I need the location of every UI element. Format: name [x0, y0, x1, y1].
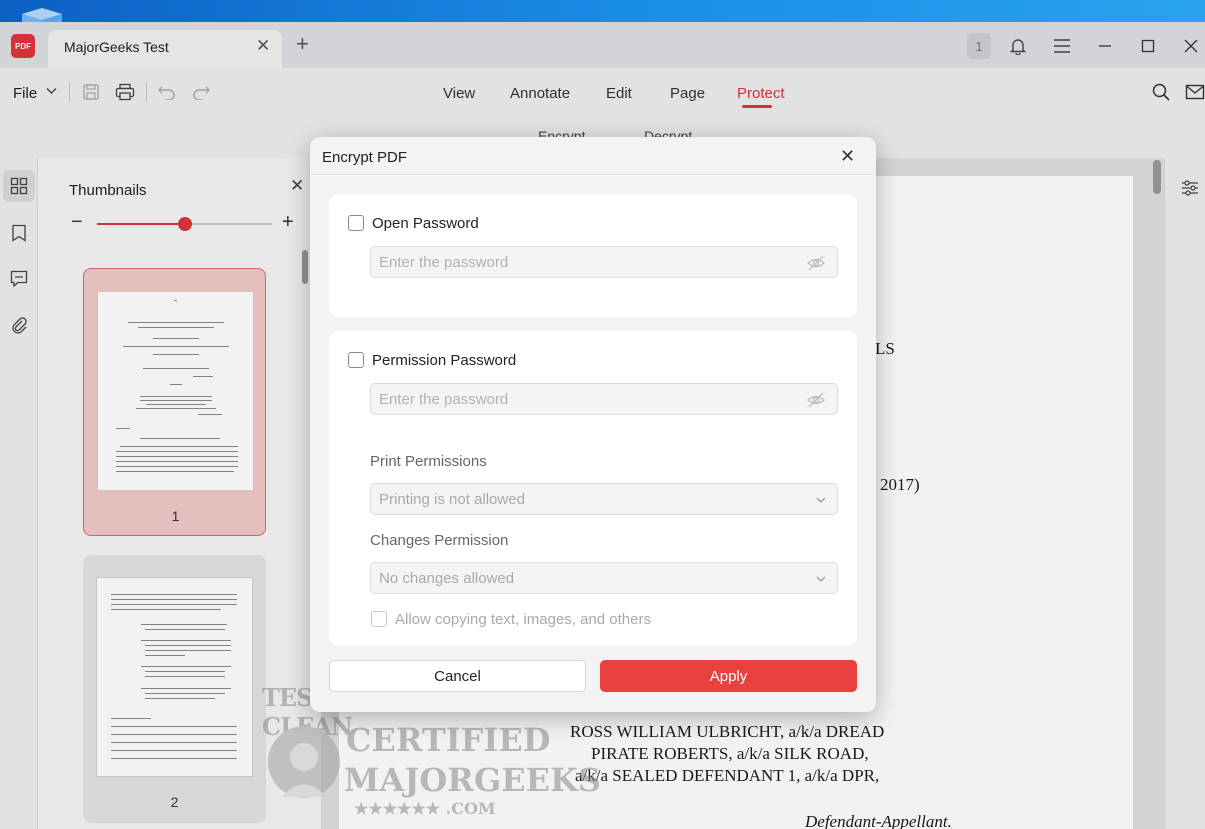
permission-password-input[interactable]: [371, 384, 837, 414]
allow-copying-label[interactable]: Allow copying text, images, and others: [395, 611, 651, 628]
apply-button[interactable]: Apply: [600, 660, 857, 692]
print-permissions-label: Print Permissions: [370, 453, 487, 470]
permission-password-checkbox[interactable]: [348, 352, 364, 368]
permission-password-field[interactable]: [370, 383, 838, 415]
hide-password-icon[interactable]: [807, 255, 825, 271]
permission-password-section: Permission Password Print Permissions Pr…: [329, 331, 857, 646]
open-password-section: Open Password: [329, 194, 857, 317]
permission-password-label[interactable]: Permission Password: [372, 352, 516, 369]
allow-copying-checkbox[interactable]: [371, 611, 387, 627]
encrypt-pdf-dialog: Encrypt PDF ✕ Open Password Permission P…: [310, 137, 876, 712]
open-password-field[interactable]: [370, 246, 838, 278]
open-password-input[interactable]: [371, 247, 837, 277]
dialog-divider: [310, 174, 876, 175]
dialog-title: Encrypt PDF: [322, 149, 408, 166]
changes-permission-select[interactable]: No changes allowed: [370, 562, 838, 594]
changes-permission-label: Changes Permission: [370, 532, 509, 549]
print-permissions-select[interactable]: Printing is not allowed: [370, 483, 838, 515]
hide-password-icon[interactable]: [807, 392, 825, 408]
print-permissions-value: Printing is not allowed: [379, 491, 525, 508]
chevron-down-icon: [816, 576, 826, 582]
changes-permission-value: No changes allowed: [379, 570, 515, 587]
cancel-button[interactable]: Cancel: [329, 660, 586, 692]
open-password-checkbox[interactable]: [348, 215, 364, 231]
close-dialog-icon[interactable]: ✕: [840, 146, 855, 167]
chevron-down-icon: [816, 497, 826, 503]
open-password-label[interactable]: Open Password: [372, 215, 479, 232]
desktop-background: [0, 0, 1205, 30]
